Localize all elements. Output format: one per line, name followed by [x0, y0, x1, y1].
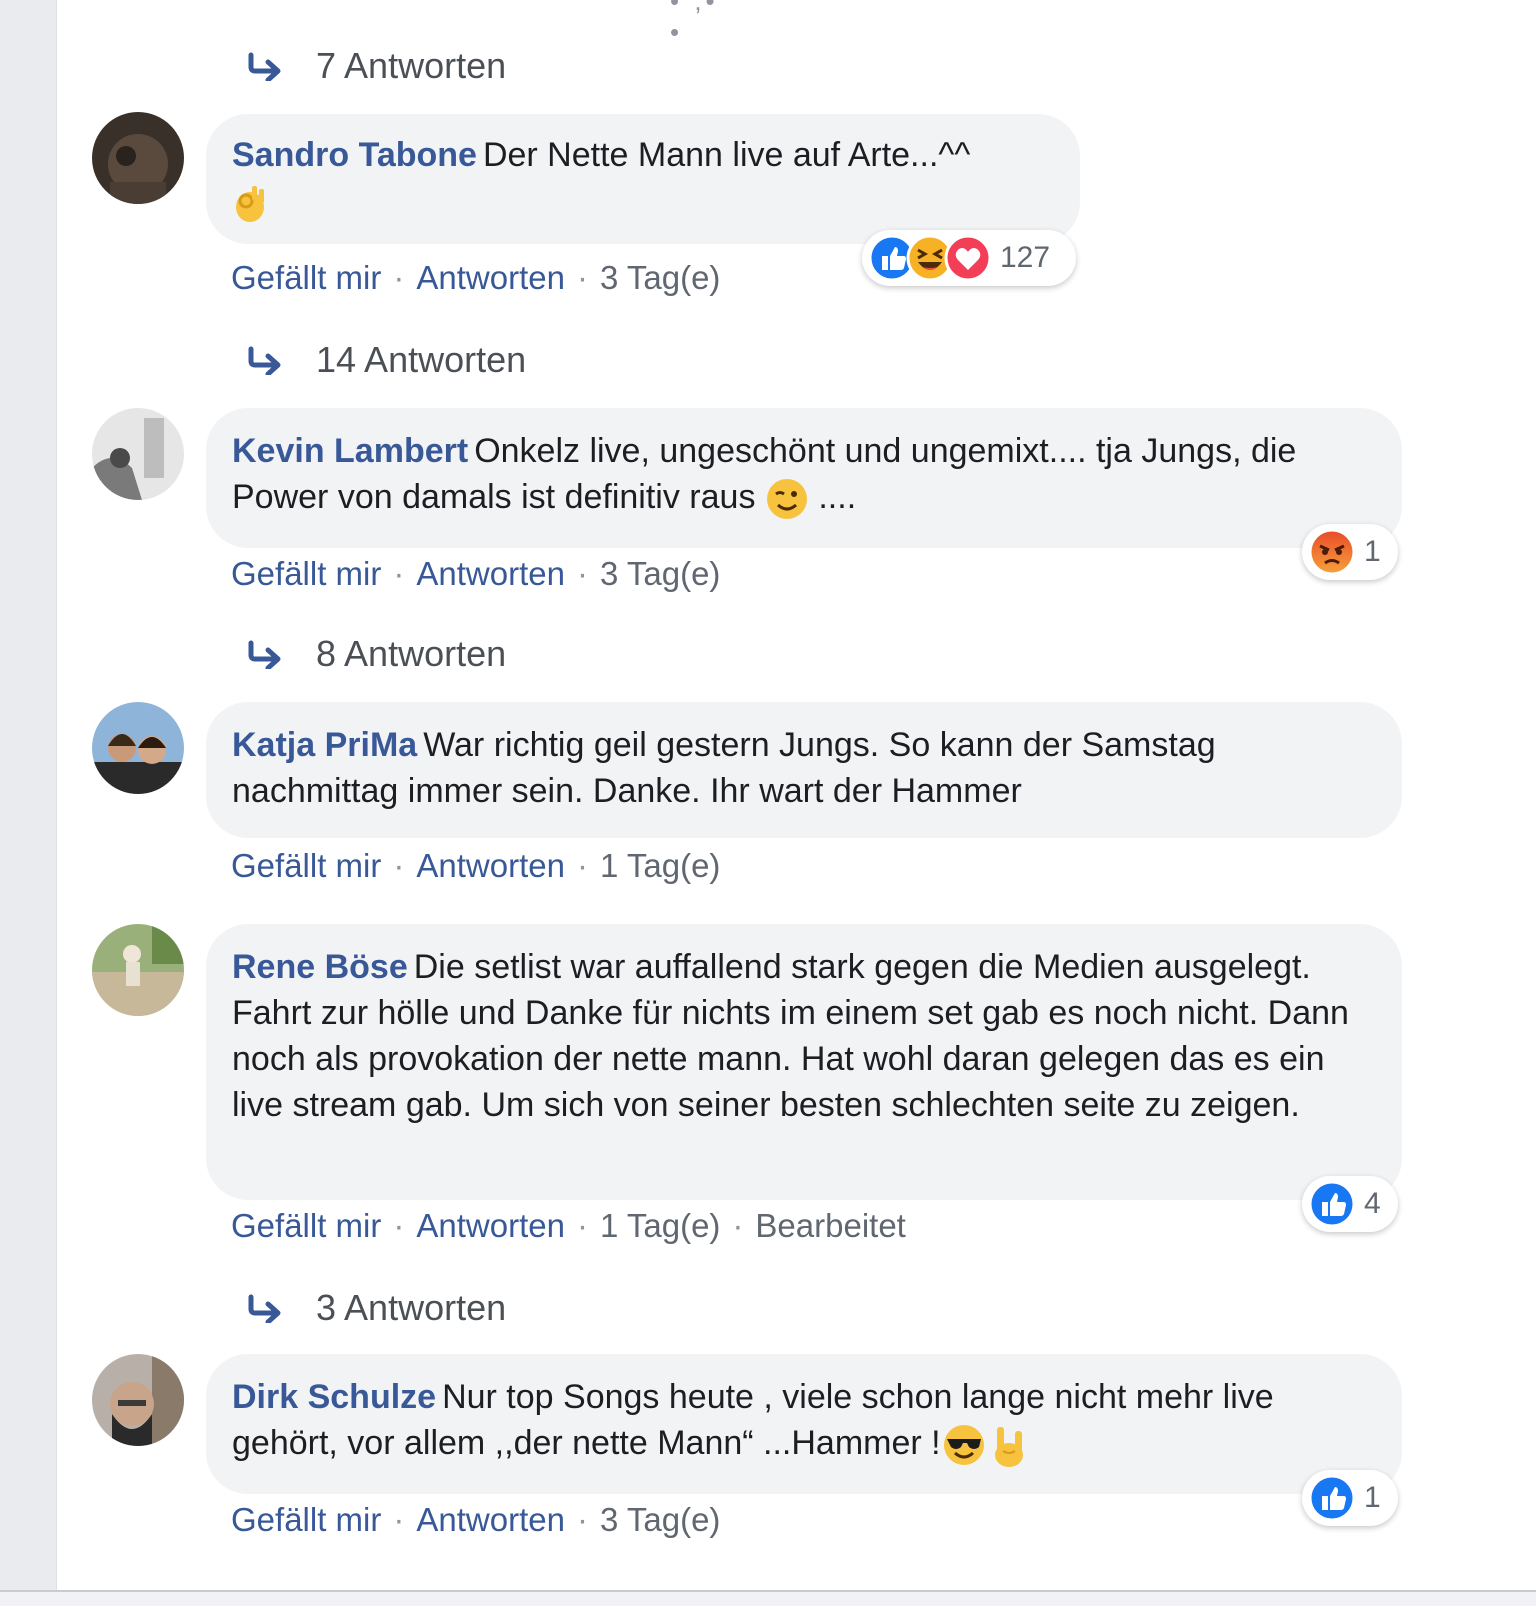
view-replies-link[interactable]: 8 Antworten	[246, 633, 507, 674]
comment-author-name[interactable]: Sandro Tabone	[232, 136, 477, 174]
separator-dot: ·	[732, 1207, 744, 1244]
separator-dot: ·	[576, 259, 588, 296]
avatar-photo-image	[92, 1354, 184, 1446]
reply-button[interactable]: Antworten	[416, 1501, 565, 1539]
comment-bubble: Sandro Tabone Der Nette Mann live auf Art…	[206, 114, 1080, 244]
sunglasses-face-emoji-icon	[943, 1425, 984, 1466]
comment-bubble: Katja PriMa War richtig geil gestern Jung…	[206, 702, 1402, 838]
avatar-photo-image	[92, 112, 184, 204]
comment-author-name[interactable]: Dirk Schulze	[232, 1378, 436, 1416]
separator-dot: ·	[393, 847, 405, 884]
reactions-summary[interactable]: 1	[1302, 1470, 1398, 1526]
comment-bubble: Dirk Schulze Nur top Songs heute , viele …	[206, 1354, 1402, 1494]
separator-dot: ·	[576, 1207, 588, 1244]
edited-label[interactable]: Bearbeitet	[755, 1207, 905, 1245]
separator-dot: ·	[576, 1501, 588, 1538]
love-reaction-icon	[944, 234, 992, 282]
reply-button[interactable]: Antworten	[416, 1207, 565, 1245]
angry-reaction-icon	[1308, 528, 1356, 576]
reactions-summary[interactable]: 1	[1302, 524, 1398, 580]
separator-dot: ·	[393, 1501, 405, 1538]
comment-actions: Gefällt mir · Antworten · 3 Tag(e)	[231, 554, 720, 594]
comment-text: Der Nette Mann live auf Arte...^^	[482, 136, 971, 174]
horns-hand-emoji-icon	[994, 1427, 1023, 1468]
reaction-count: 4	[1364, 1187, 1381, 1220]
comment-timestamp[interactable]: 3 Tag(e)	[600, 1501, 720, 1539]
reaction-count: 127	[1000, 241, 1051, 274]
reactions-summary[interactable]: 127	[862, 230, 1076, 286]
avatar-photo-image	[92, 408, 184, 500]
comment-bubble: Kevin Lambert Onkelz live, ungeschönt und…	[206, 408, 1402, 548]
like-reaction-icon	[1308, 1180, 1356, 1228]
reply-button[interactable]: Antworten	[416, 555, 565, 593]
reply-arrow-icon	[248, 640, 281, 669]
wink-face-emoji-icon	[766, 479, 807, 520]
separator-dot: ·	[393, 555, 405, 592]
view-replies-link[interactable]: 7 Antworten	[246, 45, 507, 86]
like-button[interactable]: Gefällt mir	[231, 1207, 381, 1245]
separator-dot: ·	[576, 847, 588, 884]
ok-hand-emoji-icon	[236, 186, 264, 223]
view-replies-link[interactable]: 3 Antworten	[246, 1287, 507, 1328]
separator-dot: ·	[576, 555, 588, 592]
reactions-summary[interactable]: 4	[1302, 1176, 1398, 1232]
avatar[interactable]	[92, 702, 184, 794]
avatar[interactable]	[92, 924, 184, 1016]
comment-actions: Gefällt mir · Antworten · 1 Tag(e)	[231, 846, 720, 886]
avatar-photo-image	[92, 702, 184, 794]
replies-count-label: 8 Antworten	[316, 633, 507, 674]
separator-dot: ·	[393, 1207, 405, 1244]
avatar[interactable]	[92, 112, 184, 204]
like-button[interactable]: Gefällt mir	[231, 259, 381, 297]
cut-off-text-fragment: • ,• •	[670, 0, 719, 47]
replies-count-label: 14 Antworten	[316, 339, 527, 380]
reply-button[interactable]: Antworten	[416, 847, 565, 885]
separator-dot: ·	[393, 259, 405, 296]
comment-timestamp[interactable]: 1 Tag(e)	[600, 847, 720, 885]
reply-button[interactable]: Antworten	[416, 259, 565, 297]
comment-timestamp[interactable]: 3 Tag(e)	[600, 555, 720, 593]
comment-actions: Gefällt mir · Antworten · 1 Tag(e) · Bearbeite…	[231, 1206, 906, 1246]
comment-bubble: Rene Böse Die setlist war auffallend star…	[206, 924, 1402, 1200]
reply-arrow-icon	[248, 52, 281, 81]
reply-arrow-icon	[248, 346, 281, 375]
like-reaction-icon	[1308, 1474, 1356, 1522]
reply-arrow-icon	[248, 1294, 281, 1323]
like-button[interactable]: Gefällt mir	[231, 847, 381, 885]
replies-count-label: 7 Antworten	[316, 45, 507, 86]
avatar[interactable]	[92, 1354, 184, 1446]
comment-author-name[interactable]: Katja PriMa	[232, 726, 417, 764]
comment-timestamp[interactable]: 1 Tag(e)	[600, 1207, 720, 1245]
left-sidebar-strip	[0, 0, 57, 1604]
view-replies-link[interactable]: 14 Antworten	[246, 339, 527, 380]
comment-timestamp[interactable]: 3 Tag(e)	[600, 259, 720, 297]
comment-author-name[interactable]: Rene Böse	[232, 948, 408, 986]
comment-actions: Gefällt mir · Antworten · 3 Tag(e)	[231, 1500, 720, 1540]
comment-actions: Gefällt mir · Antworten · 3 Tag(e)	[231, 258, 720, 298]
like-button[interactable]: Gefällt mir	[231, 1501, 381, 1539]
comment-author-name[interactable]: Kevin Lambert	[232, 432, 468, 470]
reaction-count: 1	[1364, 535, 1381, 568]
avatar[interactable]	[92, 408, 184, 500]
replies-count-label: 3 Antworten	[316, 1287, 507, 1328]
comment-text-suffix: ....	[808, 478, 857, 516]
like-button[interactable]: Gefällt mir	[231, 555, 381, 593]
avatar-photo-image	[92, 924, 184, 1016]
reaction-count: 1	[1364, 1481, 1381, 1514]
